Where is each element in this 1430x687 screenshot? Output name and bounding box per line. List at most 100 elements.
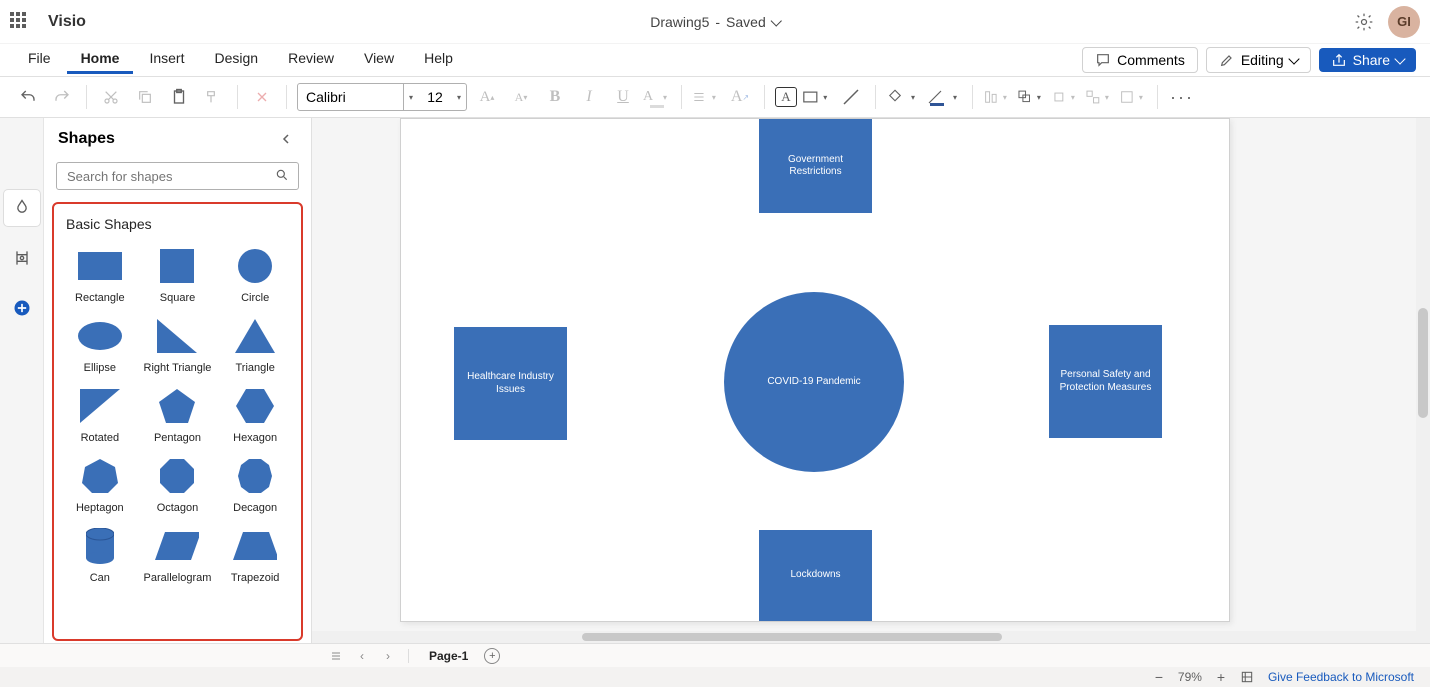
shape-label: Decagon (233, 502, 277, 514)
more-button[interactable]: ··· (1168, 83, 1196, 111)
shapes-rail (0, 118, 44, 643)
fit-page-icon[interactable] (1240, 670, 1254, 684)
righttri-icon (155, 316, 199, 356)
stencil-title: Basic Shapes (66, 216, 289, 232)
shape-decagon[interactable]: Decagon (217, 452, 293, 518)
shape-octagon[interactable]: Octagon (140, 452, 216, 518)
chevron-down-icon[interactable]: ▾ (452, 84, 466, 110)
canvas-area[interactable]: Government Restrictions Healthcare Indust… (312, 118, 1430, 643)
shape-pentagon[interactable]: Pentagon (140, 382, 216, 448)
rectangle-tool-button[interactable]: ▾ (803, 83, 831, 111)
delete-button (248, 83, 276, 111)
canvas-shape[interactable]: Personal Safety and Protection Measures (1049, 325, 1162, 438)
share-button[interactable]: Share (1319, 48, 1416, 72)
comment-icon (1095, 52, 1111, 68)
shape-heptagon[interactable]: Heptagon (62, 452, 138, 518)
canvas-shape[interactable]: Lockdowns (759, 530, 872, 621)
zoom-out-button[interactable]: − (1152, 669, 1166, 685)
shape-square[interactable]: Square (140, 242, 216, 308)
share-icon (1331, 52, 1347, 68)
add-page-button[interactable]: + (484, 648, 500, 664)
shape-label: Triangle (235, 362, 274, 374)
shape-parallelogram[interactable]: Parallelogram (140, 522, 216, 588)
text-tool-button[interactable]: A (775, 87, 797, 107)
doc-status: Saved (726, 14, 766, 30)
grow-font-button: A▴ (473, 83, 501, 111)
menu-design[interactable]: Design (200, 46, 272, 74)
editing-button[interactable]: Editing (1206, 47, 1311, 73)
italic-button: I (575, 83, 603, 111)
line-color-button[interactable]: ▾ (926, 88, 962, 106)
drawing-page[interactable]: Government Restrictions Healthcare Indust… (400, 118, 1230, 622)
menu-home[interactable]: Home (67, 46, 134, 74)
shape-rotated[interactable]: Rotated (62, 382, 138, 448)
menu-insert[interactable]: Insert (135, 46, 198, 74)
doc-name: Drawing5 (650, 14, 709, 30)
add-stencil-button[interactable] (4, 290, 40, 326)
font-size-input[interactable] (418, 84, 452, 110)
stencils-tab-button[interactable] (4, 240, 40, 276)
format-painter-button (199, 83, 227, 111)
menu-review[interactable]: Review (274, 46, 348, 74)
canvas-shape[interactable]: Government Restrictions (759, 119, 872, 213)
shape-label: Heptagon (76, 502, 124, 514)
line-tool-button[interactable] (837, 83, 865, 111)
shape-rectangle[interactable]: Rectangle (62, 242, 138, 308)
all-pages-button[interactable] (326, 646, 346, 666)
shape-circle[interactable]: Circle (217, 242, 293, 308)
canvas-shape[interactable]: COVID-19 Pandemic (724, 292, 904, 472)
menu-bar: FileHomeInsertDesignReviewViewHelp Comme… (0, 44, 1430, 76)
shape-label: Square (160, 292, 195, 304)
canvas-shape[interactable]: Healthcare Industry Issues (454, 327, 567, 440)
shape-trapezoid[interactable]: Trapezoid (217, 522, 293, 588)
document-title[interactable]: Drawing5 - Saved (650, 14, 780, 30)
arrange-button[interactable]: ▾ (1017, 83, 1045, 111)
shape-ellipse[interactable]: Ellipse (62, 312, 138, 378)
user-avatar[interactable]: GI (1388, 6, 1420, 38)
prev-page-button[interactable]: ‹ (352, 646, 372, 666)
fill-color-button[interactable]: ▾ (886, 88, 920, 106)
menu-file[interactable]: File (14, 46, 65, 74)
shape-hexagon[interactable]: Hexagon (217, 382, 293, 448)
paste-button[interactable] (165, 83, 193, 111)
feedback-link[interactable]: Give Feedback to Microsoft (1268, 670, 1414, 684)
search-icon[interactable] (275, 168, 289, 182)
align-objects-button: ▾ (983, 83, 1011, 111)
shape-label: Ellipse (84, 362, 116, 374)
collapse-panel-button[interactable] (275, 128, 297, 150)
undo-button[interactable] (14, 83, 42, 111)
page-tab[interactable]: Page-1 (419, 649, 478, 663)
shapes-tab-button[interactable] (4, 190, 40, 226)
trapezoid-icon (233, 526, 277, 566)
vertical-scrollbar[interactable] (1416, 118, 1430, 643)
settings-icon[interactable] (1354, 12, 1374, 32)
shape-can[interactable]: Can (62, 522, 138, 588)
comments-button[interactable]: Comments (1082, 47, 1198, 73)
font-name-input[interactable] (298, 84, 404, 110)
shapes-panel: Shapes Basic Shapes RectangleSquareCircl… (44, 118, 312, 643)
next-page-button[interactable]: › (378, 646, 398, 666)
cut-button (97, 83, 125, 111)
shapes-search-input[interactable] (56, 162, 299, 190)
comments-label: Comments (1117, 52, 1185, 68)
chevron-down-icon[interactable]: ▾ (404, 84, 418, 110)
title-bar: Visio Drawing5 - Saved GI (0, 0, 1430, 44)
edit-icon (1219, 52, 1235, 68)
hexagon-icon (233, 386, 277, 426)
circle-icon (233, 246, 277, 286)
app-launcher-icon[interactable] (10, 12, 30, 32)
zoom-in-button[interactable]: + (1214, 669, 1228, 685)
shape-triangle[interactable]: Triangle (217, 312, 293, 378)
bold-button: B (541, 83, 569, 111)
shape-label: Pentagon (154, 432, 201, 444)
shape-label: Rectangle (75, 292, 125, 304)
horizontal-scrollbar[interactable] (312, 631, 1416, 643)
shape-right-triangle[interactable]: Right Triangle (140, 312, 216, 378)
shape-label: Can (90, 572, 110, 584)
shape-label: Rotated (81, 432, 120, 444)
pentagon-icon (155, 386, 199, 426)
menu-view[interactable]: View (350, 46, 408, 74)
menu-help[interactable]: Help (410, 46, 467, 74)
bring-front-button: ▾ (1051, 83, 1079, 111)
page-tabs-bar: ‹ › Page-1 + (0, 643, 1430, 667)
